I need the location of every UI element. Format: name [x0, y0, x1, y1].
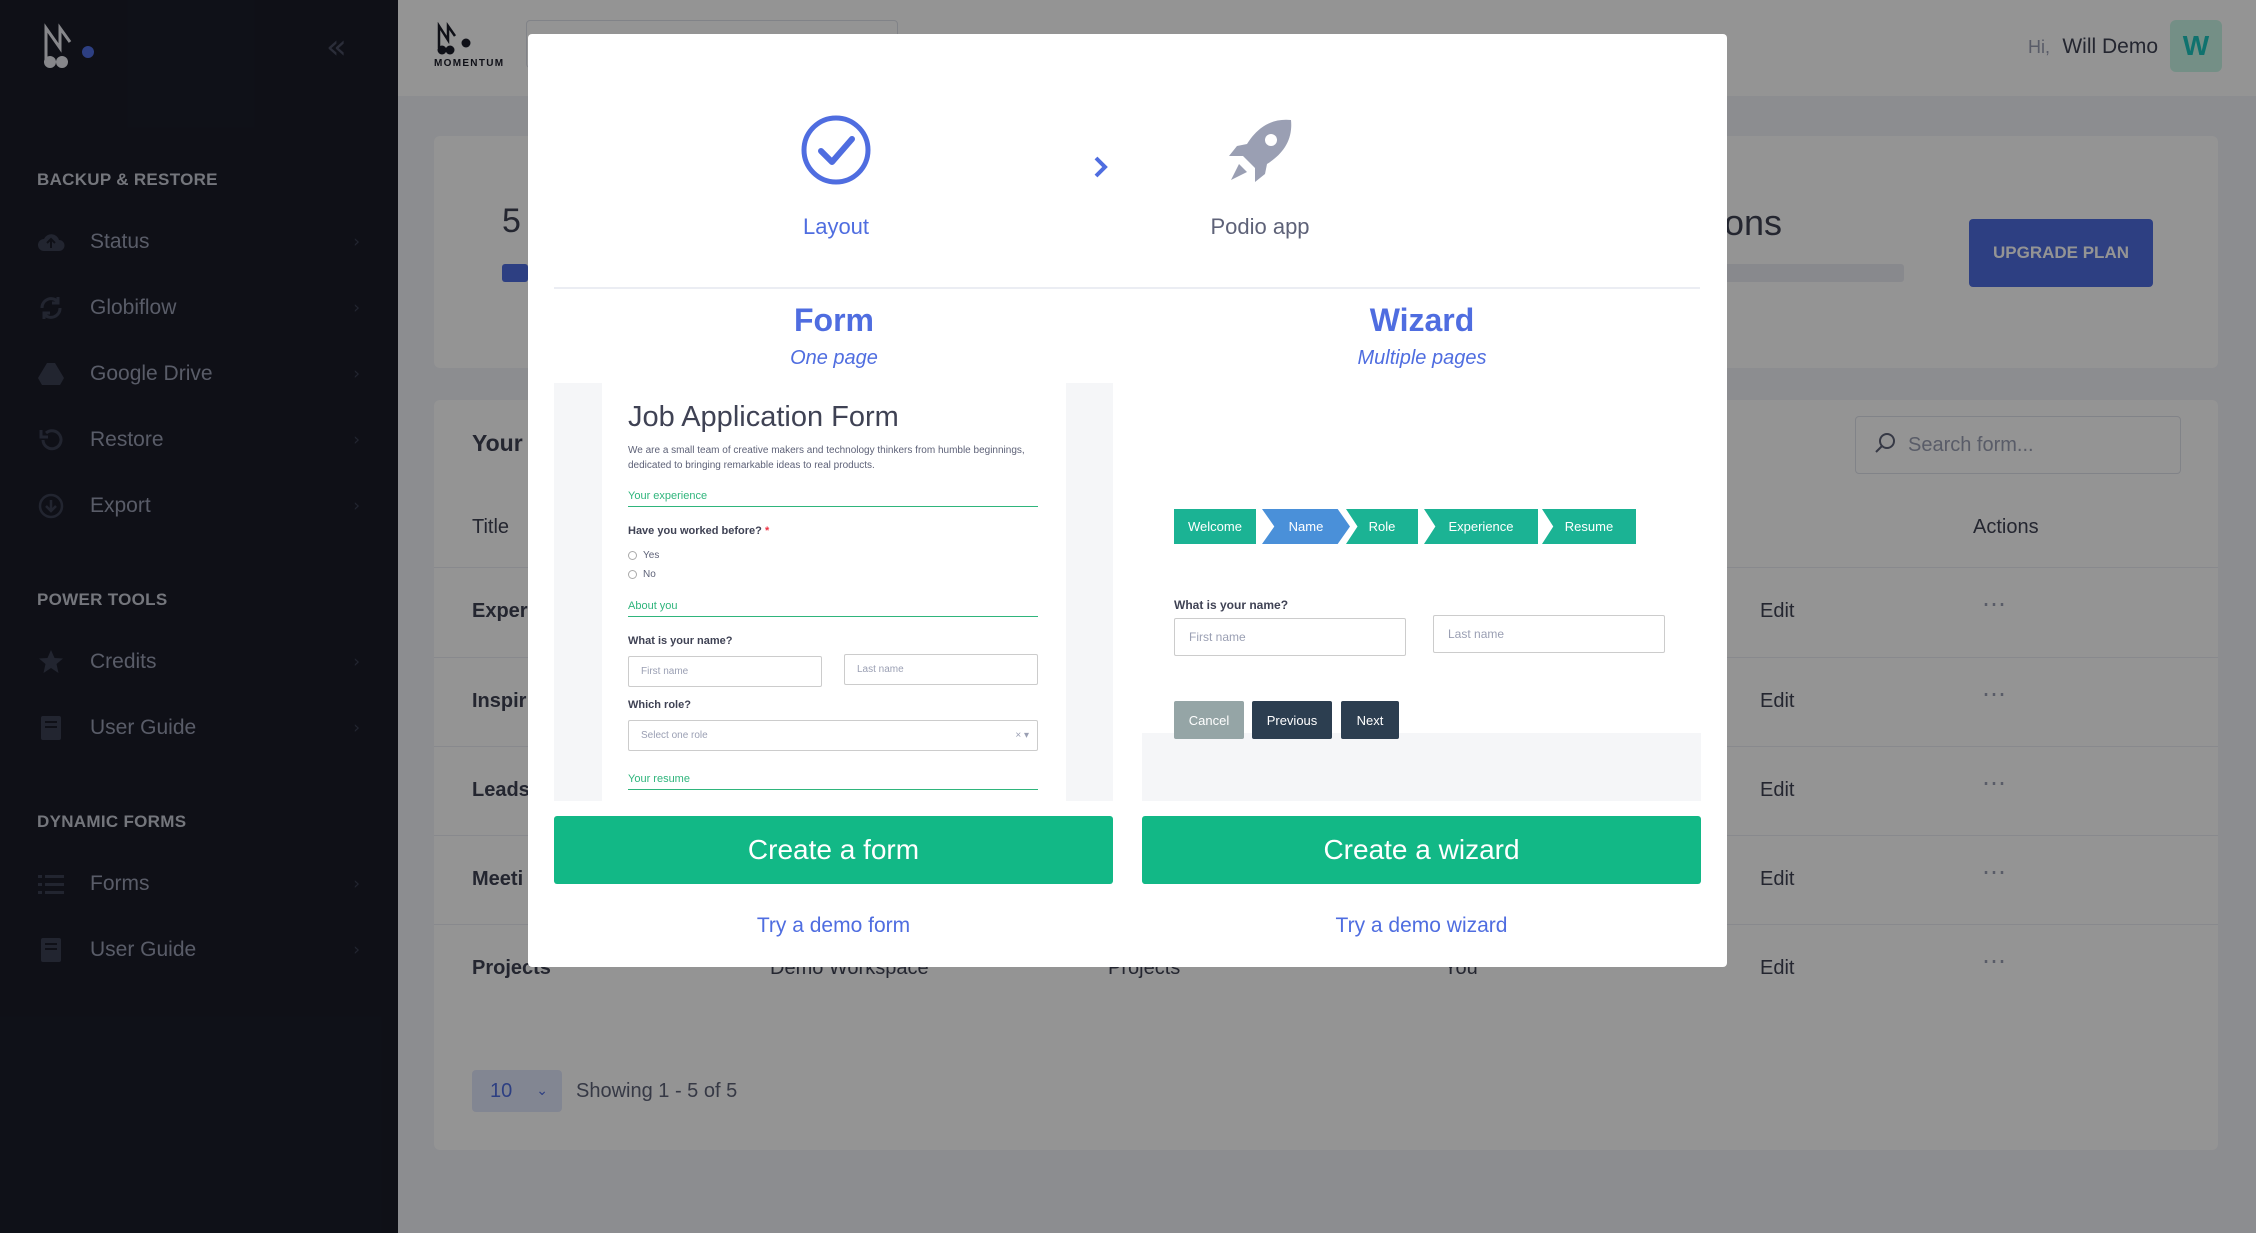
step-podio-app: Podio app — [1170, 114, 1350, 240]
preview-section: Your resume — [628, 773, 1038, 790]
wizard-cancel-button: Cancel — [1174, 701, 1244, 739]
create-wizard-button[interactable]: Create a wizard — [1142, 816, 1701, 884]
preview-select: Select one role × ▾ — [628, 720, 1038, 751]
check-circle-icon — [746, 114, 926, 192]
wizard-step: Resume — [1542, 509, 1636, 544]
form-preview: Job Application Form We are a small team… — [554, 383, 1113, 801]
wizard-last-name: Last name — [1433, 615, 1665, 653]
select-placeholder: Select one role — [641, 730, 708, 741]
chevron-down-icon: × ▾ — [1015, 730, 1029, 741]
step-label: Podio app — [1210, 214, 1310, 239]
wizard-option-subtitle: Multiple pages — [1357, 347, 1487, 369]
wizard-next-button: Next — [1341, 701, 1399, 739]
required-mark: * — [764, 525, 770, 537]
rocket-icon — [1170, 114, 1350, 194]
preview-description: We are a small team of creative makers a… — [628, 445, 1025, 471]
preview-first-name: First name — [628, 656, 822, 687]
preview-question: What is your name? — [628, 635, 733, 647]
question-text: Have you worked before? — [628, 525, 762, 537]
preview-section: About you — [628, 600, 1038, 617]
preview-question: Have you worked before? * — [628, 525, 769, 537]
preview-radio: No — [628, 569, 656, 580]
divider — [554, 287, 1700, 289]
step-layout: Layout — [746, 114, 926, 240]
wizard-step: Experience — [1424, 509, 1538, 544]
step-label: Layout — [802, 214, 870, 239]
wizard-preview-page — [1142, 383, 1701, 733]
radio-label: Yes — [643, 550, 660, 561]
form-option-subtitle: One page — [790, 347, 878, 369]
wizard-step-active: Name — [1262, 509, 1350, 544]
wizard-preview: Welcome Name Role Experience Resume What… — [1142, 383, 1701, 801]
form-option-title: Form — [794, 302, 874, 338]
wizard-question: What is your name? — [1174, 598, 1289, 612]
preview-section: Your experience — [628, 490, 1038, 507]
preview-radio: Yes — [628, 550, 659, 561]
wizard-option-title: Wizard — [1369, 302, 1475, 338]
chevron-right-icon — [1092, 154, 1110, 185]
preview-last-name: Last name — [844, 654, 1038, 685]
wizard-previous-button: Previous — [1252, 701, 1332, 739]
wizard-step: Welcome — [1174, 509, 1256, 544]
job-application-preview: Job Application Form We are a small team… — [602, 383, 1066, 801]
try-demo-form-link[interactable]: Try a demo form — [554, 914, 1113, 938]
create-form-modal: Layout Podio app Form One page Job Appli… — [528, 34, 1727, 967]
preview-question: Which role? — [628, 699, 691, 711]
preview-title: Job Application Form — [628, 401, 899, 433]
wizard-first-name: First name — [1174, 618, 1406, 656]
try-demo-wizard-link[interactable]: Try a demo wizard — [1142, 914, 1701, 938]
create-form-button[interactable]: Create a form — [554, 816, 1113, 884]
radio-label: No — [643, 569, 656, 580]
